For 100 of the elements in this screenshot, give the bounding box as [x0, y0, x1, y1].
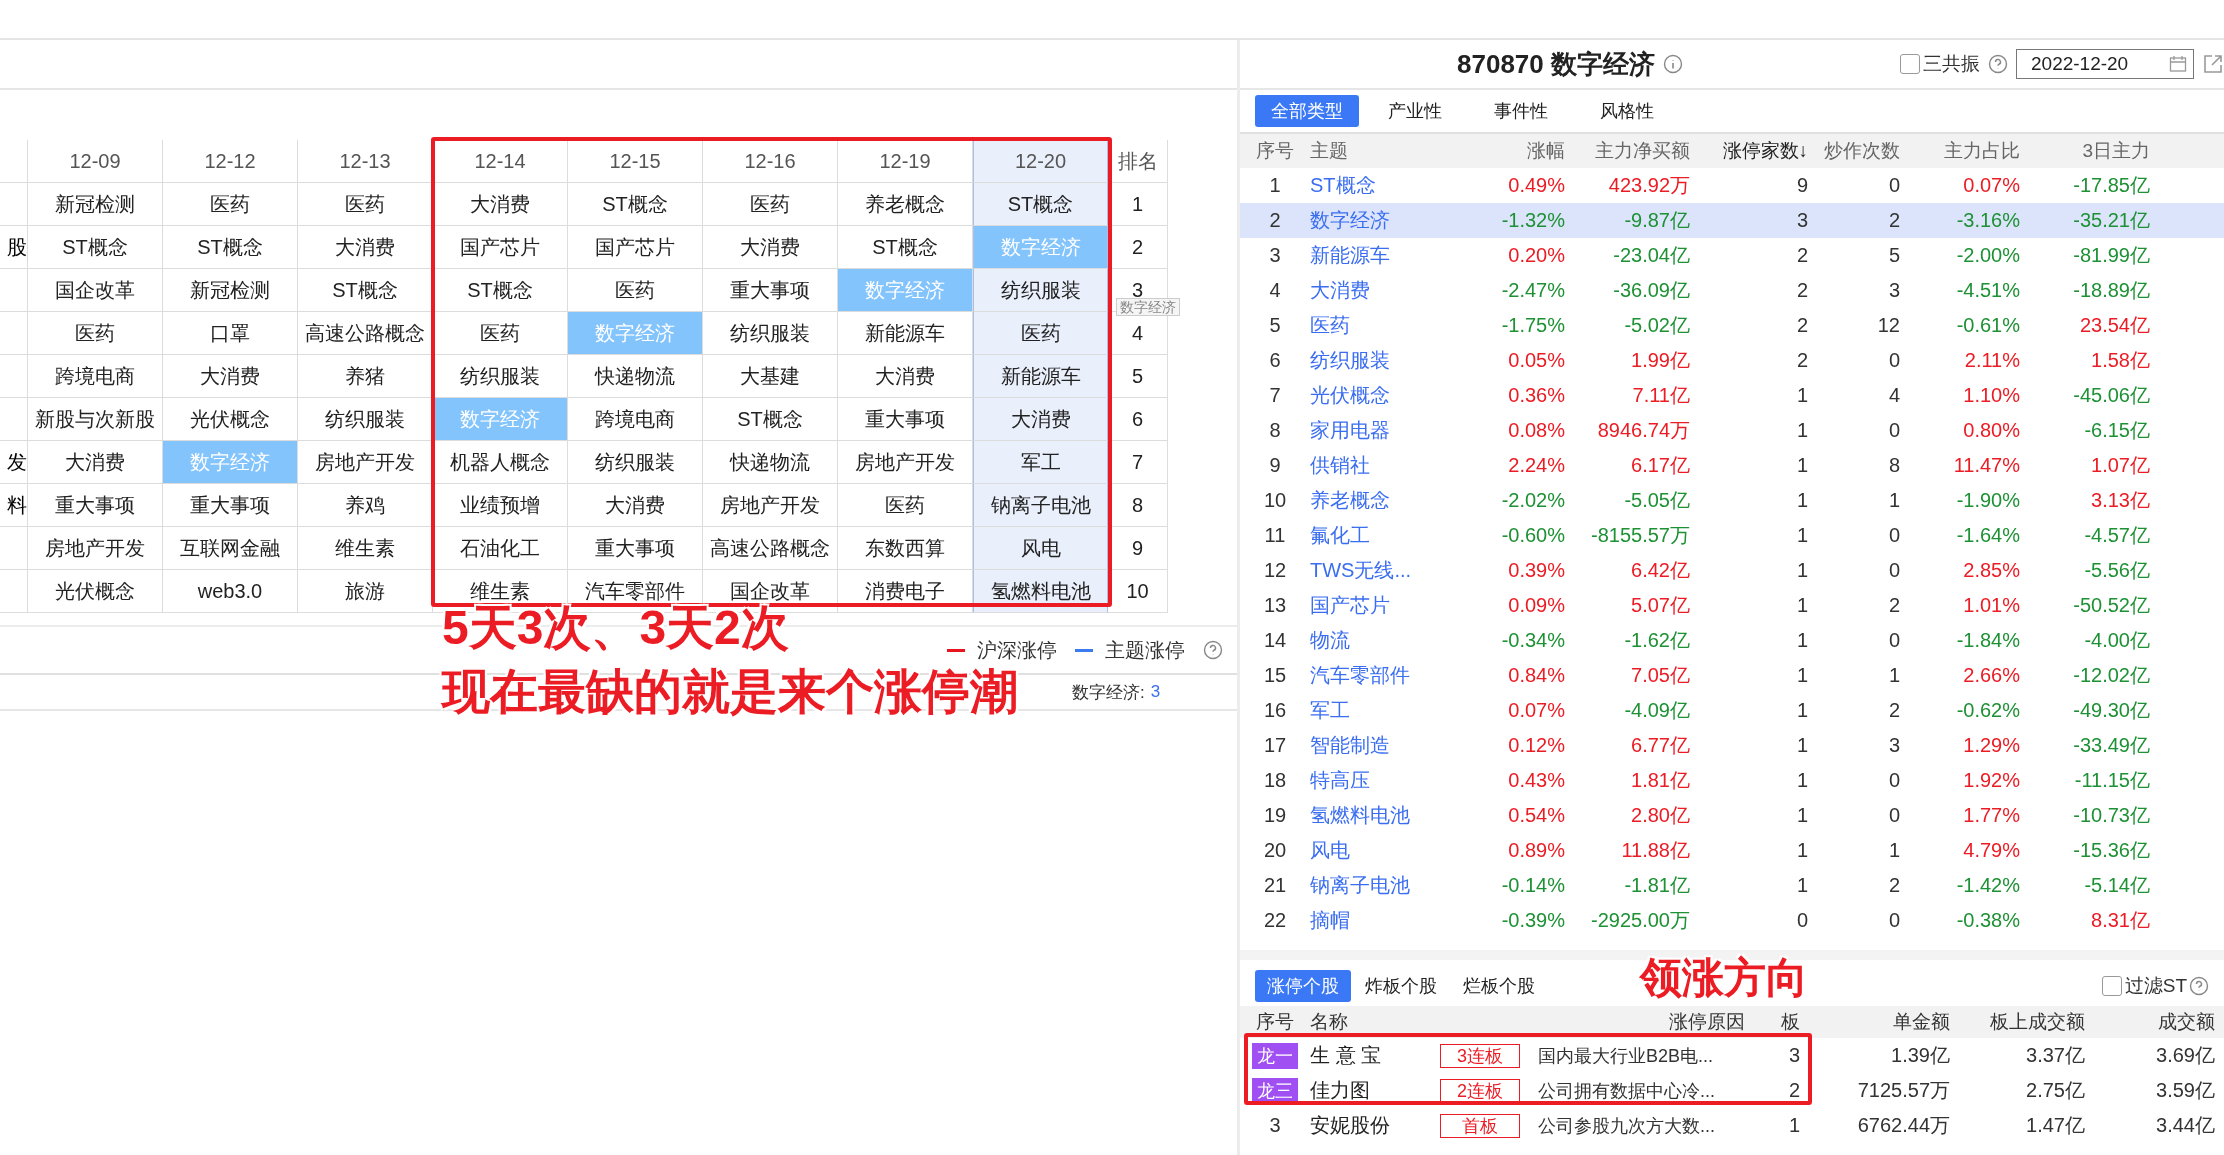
theme-link[interactable]: 汽车零部件: [1310, 662, 1500, 689]
change-cell: -1.32%: [1500, 209, 1565, 232]
theme-row[interactable]: 13 国产芯片 0.09% 5.07亿 1 2 1.01% -50.52亿: [1240, 588, 2224, 623]
export-icon[interactable]: [2202, 53, 2224, 75]
filter-checkbox[interactable]: 过滤ST: [2101, 973, 2187, 999]
theme-row[interactable]: 16 军工 0.07% -4.09亿 1 2 -0.62% -49.30亿: [1240, 693, 2224, 728]
theme-row[interactable]: 21 钠离子电池 -0.14% -1.81亿 1 2 -1.42% -5.14亿: [1240, 868, 2224, 903]
date-field[interactable]: 2022-12-20: [2016, 49, 2194, 79]
theme-link[interactable]: 氟化工: [1310, 522, 1500, 549]
resonance-checkbox[interactable]: 三共振: [1900, 51, 1980, 77]
help-icon[interactable]: [1988, 54, 2008, 74]
filter-tab[interactable]: 事件性: [1471, 95, 1571, 127]
theme-row[interactable]: 12 TWS无线... 0.39% 6.42亿 1 0 2.85% -5.56亿: [1240, 553, 2224, 588]
theme-link[interactable]: 大消费: [1310, 277, 1500, 304]
theme-row[interactable]: 18 特高压 0.43% 1.81亿 1 0 1.92% -11.15亿: [1240, 763, 2224, 798]
theme-row[interactable]: 17 智能制造 0.12% 6.77亿 1 3 1.29% -33.49亿: [1240, 728, 2224, 763]
stock-tab[interactable]: 炸板个股: [1353, 970, 1449, 1002]
reason-cell-text: 国内最大行业B2B电...: [1537, 1044, 1715, 1068]
theme-link[interactable]: 养老概念: [1310, 487, 1500, 514]
theme-row[interactable]: 15 汽车零部件 0.84% 7.05亿 1 1 2.66% -12.02亿: [1240, 658, 2224, 693]
theme-link[interactable]: TWS无线...: [1310, 557, 1500, 584]
theme-row[interactable]: 3 新能源车 0.20% -23.04亿 2 5 -2.00% -81.99亿: [1240, 238, 2224, 273]
theme-row[interactable]: 7 光伏概念 0.36% 7.11亿 1 4 1.10% -45.06亿: [1240, 378, 2224, 413]
theme-link[interactable]: 国产芯片: [1310, 592, 1500, 619]
theme-row[interactable]: 4 大消费 -2.47% -36.09亿 2 3 -4.51% -18.89亿: [1240, 273, 2224, 308]
theme-link[interactable]: 纺织服装: [1310, 347, 1500, 374]
times-cell-text: 0: [1887, 629, 1900, 652]
theme-row[interactable]: 9 供销社 2.24% 6.17亿 1 8 11.47% 1.07亿: [1240, 448, 2224, 483]
stock-tab[interactable]: 涨停个股: [1255, 970, 1351, 1002]
filter-tab[interactable]: 全部类型: [1255, 95, 1359, 127]
stock-tab[interactable]: 烂板个股: [1451, 970, 1547, 1002]
limit-count-cell-text: 1: [1795, 454, 1808, 477]
net-buy-cell-text: -5.05亿: [1623, 488, 1690, 513]
stock-name[interactable]: 佳力图: [1310, 1077, 1440, 1104]
change-cell: -0.60%: [1500, 524, 1565, 547]
theme-row[interactable]: 20 风电 0.89% 11.88亿 1 1 4.79% -15.36亿: [1240, 833, 2224, 868]
theme-cell: 国企改革: [28, 269, 163, 312]
row-number: 18: [1262, 769, 1288, 792]
theme-row[interactable]: 19 氢燃料电池 0.54% 2.80亿 1 0 1.77% -10.73亿: [1240, 798, 2224, 833]
theme-row[interactable]: 8 家用电器 0.08% 8946.74万 1 0 0.80% -6.15亿: [1240, 413, 2224, 448]
change-cell-text: 0.07%: [1507, 699, 1565, 722]
theme-link[interactable]: 智能制造: [1310, 732, 1500, 759]
theme-row[interactable]: 5 医药 -1.75% -5.02亿 2 12 -0.61% 23.54亿: [1240, 308, 2224, 343]
theme-link[interactable]: 医药: [1310, 312, 1500, 339]
ratio-cell-text: 2.85%: [1962, 559, 2020, 582]
filter-tab[interactable]: 风格性: [1577, 95, 1677, 127]
times-cell-text: 3: [1887, 279, 1900, 302]
row-number: 2: [1268, 209, 1282, 232]
theme-link[interactable]: 军工: [1310, 697, 1500, 724]
theme-link[interactable]: 光伏概念: [1310, 382, 1500, 409]
column-header: 涨停原因: [1668, 1010, 1745, 1034]
theme-cell: 旅游: [298, 570, 433, 613]
theme-link[interactable]: 风电: [1310, 837, 1500, 864]
limit-count-cell-text: 1: [1795, 804, 1808, 827]
ratio-cell-text: 2.11%: [1963, 349, 2020, 372]
theme-link[interactable]: 钠离子电池: [1310, 872, 1500, 899]
change-cell-text: 0.43%: [1507, 769, 1565, 792]
limit-count-cell-text: 1: [1795, 839, 1808, 862]
help-icon[interactable]: [2189, 976, 2209, 996]
theme-link[interactable]: 物流: [1310, 627, 1500, 654]
stock-name[interactable]: 安妮股份: [1310, 1112, 1440, 1139]
theme-cell: web3.0: [163, 570, 298, 613]
theme-row[interactable]: 6 纺织服装 0.05% 1.99亿 2 0 2.11% 1.58亿: [1240, 343, 2224, 378]
limit-count-cell-text: 2: [1795, 314, 1808, 337]
column-header: 排名: [1108, 140, 1168, 183]
column-header: 3日主力: [2081, 139, 2150, 163]
theme-row[interactable]: 22 摘帽 -0.39% -2925.00万 0 0 -0.38% 8.31亿: [1240, 903, 2224, 938]
filter-tab[interactable]: 产业性: [1365, 95, 1465, 127]
theme-row[interactable]: 1 ST概念 0.49% 423.92万 9 0 0.07% -17.85亿: [1240, 168, 2224, 203]
ratio-cell-text: 0.07%: [1962, 174, 2020, 197]
theme-cell: 重大事项: [163, 484, 298, 527]
empty-cell: [0, 140, 28, 183]
change-cell: -0.14%: [1500, 874, 1565, 897]
limit-count-cell-text: 2: [1795, 349, 1808, 372]
theme-cell: ST概念: [433, 269, 568, 312]
info-icon[interactable]: [1663, 54, 1683, 74]
empty-cell: [0, 527, 28, 570]
theme-row[interactable]: 2 数字经济 -1.32% -9.87亿 3 2 -3.16% -35.21亿: [1240, 203, 2224, 238]
theme-cell: 快递物流: [703, 441, 838, 484]
theme-row[interactable]: 10 养老概念 -2.02% -5.05亿 1 1 -1.90% 3.13亿: [1240, 483, 2224, 518]
theme-link[interactable]: 摘帽: [1310, 907, 1500, 934]
theme-link[interactable]: ST概念: [1310, 172, 1500, 199]
theme-link[interactable]: 供销社: [1310, 452, 1500, 479]
theme-link[interactable]: 氢燃料电池: [1310, 802, 1500, 829]
row-number: 20: [1262, 839, 1288, 862]
theme-link[interactable]: 家用电器: [1310, 417, 1500, 444]
stock-name[interactable]: 生 意 宝: [1310, 1042, 1440, 1069]
theme-link[interactable]: 特高压: [1310, 767, 1500, 794]
limit-count-cell-text: 1: [1795, 594, 1808, 617]
theme-row[interactable]: 14 物流 -0.34% -1.62亿 1 0 -1.84% -4.00亿: [1240, 623, 2224, 658]
theme-link[interactable]: 数字经济: [1310, 207, 1500, 234]
times-cell-text: 0: [1887, 769, 1900, 792]
theme-cell: 纺织服装: [973, 269, 1108, 312]
net-buy-cell-text: -9.87亿: [1623, 208, 1690, 233]
column-header: 12-14: [433, 140, 568, 183]
board-turnover-cell-text: 1.47亿: [2025, 1113, 2085, 1138]
theme-row[interactable]: 11 氟化工 -0.60% -8155.57万 1 0 -1.64% -4.57亿: [1240, 518, 2224, 553]
theme-link[interactable]: 新能源车: [1310, 242, 1500, 269]
help-icon[interactable]: [1203, 640, 1223, 660]
theme-cell: 大消费: [433, 183, 568, 226]
